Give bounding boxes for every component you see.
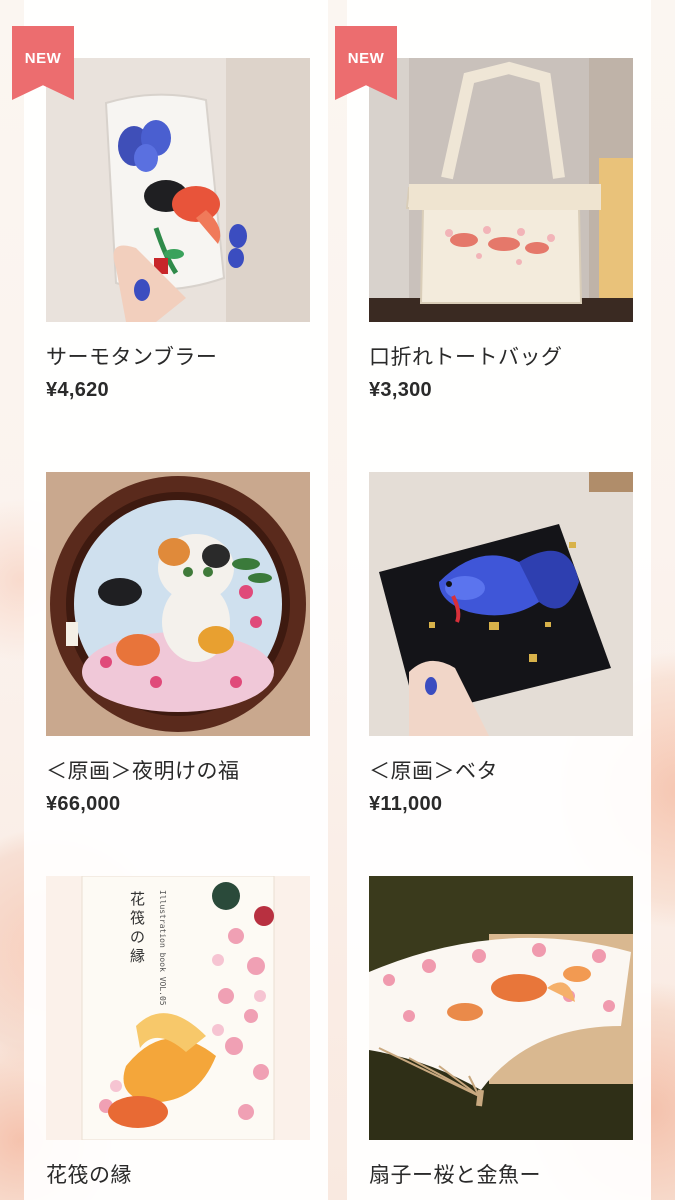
- thermo-tumbler-image[interactable]: [46, 58, 310, 322]
- betta-fish-painting-image[interactable]: [369, 472, 633, 736]
- product-card[interactable]: NEW: [335, 0, 651, 438]
- book-cover-title: 花筏の縁: [130, 890, 146, 965]
- product-grid: NEW サーモタンブラー ¥4,620 NEW 口折れトートバッグ ¥3,300…: [12, 0, 651, 1200]
- calico-cat-painting-image[interactable]: [46, 472, 310, 736]
- folding-fan-image[interactable]: [369, 876, 633, 1140]
- product-card[interactable]: 扇子ー桜と金魚ー: [347, 856, 651, 1200]
- product-price: ¥66,000: [46, 793, 121, 815]
- product-name[interactable]: 花筏の縁: [46, 1160, 306, 1190]
- product-name[interactable]: サーモタンブラー: [46, 342, 306, 372]
- new-badge: NEW: [335, 26, 397, 100]
- product-price: ¥11,000: [369, 793, 443, 815]
- product-name[interactable]: 口折れトートバッグ: [369, 342, 629, 372]
- product-name[interactable]: 扇子ー桜と金魚ー: [369, 1160, 629, 1190]
- new-badge: NEW: [12, 26, 74, 100]
- product-price: ¥3,300: [369, 379, 432, 401]
- tote-bag-image[interactable]: [369, 58, 633, 322]
- illustration-book-image[interactable]: 花筏の縁 Illustration book VOL.05: [46, 876, 310, 1140]
- product-card[interactable]: NEW: [12, 0, 328, 438]
- product-name[interactable]: ＜原画＞ベタ: [369, 756, 629, 786]
- product-price: ¥4,620: [46, 379, 109, 401]
- product-card[interactable]: ＜原画＞夜明けの福 ¥66,000: [24, 438, 328, 856]
- book-cover-subtitle: Illustration book VOL.05: [158, 890, 167, 1006]
- product-card[interactable]: 花筏の縁 Illustration book VOL.05 花筏の縁: [24, 856, 328, 1200]
- product-card[interactable]: ＜原画＞ベタ ¥11,000: [347, 438, 651, 856]
- product-name[interactable]: ＜原画＞夜明けの福: [46, 756, 306, 786]
